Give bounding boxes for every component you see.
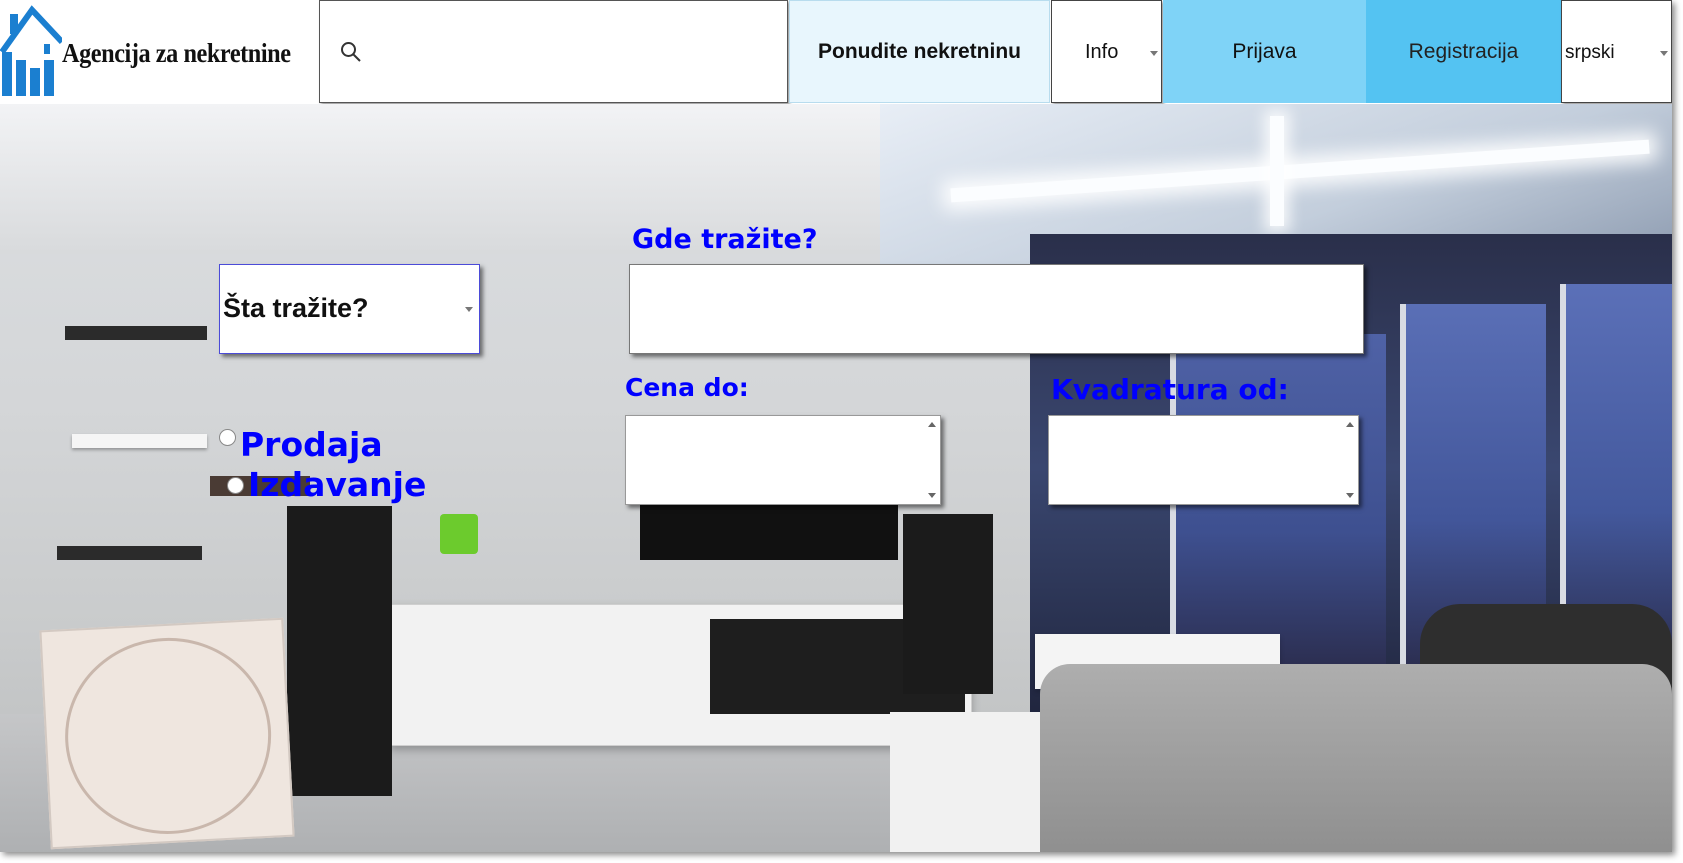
radio-sale[interactable]: [219, 429, 236, 446]
radio-sale-label[interactable]: Prodaja: [240, 425, 383, 464]
logo-text: Agencija za nekretnine: [62, 38, 291, 68]
what-are-you-looking-for-select[interactable]: Šta tražite?: [219, 264, 480, 354]
search-input[interactable]: [374, 31, 778, 73]
chevron-down-icon: [465, 307, 473, 312]
area-label: Kvadratura od:: [1051, 373, 1289, 406]
area-spinner[interactable]: [1342, 416, 1358, 504]
house-logo-icon: [0, 5, 62, 96]
info-select-label: Info: [1085, 41, 1119, 63]
login-button[interactable]: Prijava: [1163, 0, 1366, 103]
register-button[interactable]: Registracija: [1366, 0, 1561, 103]
page-frame: Agencija za nekretnine Ponudite nekretni…: [0, 0, 1672, 852]
price-label: Cena do:: [625, 373, 749, 402]
radio-rent-label[interactable]: Izdavanje: [248, 465, 426, 504]
offer-property-button[interactable]: Ponudite nekretninu: [789, 0, 1050, 103]
price-spinner[interactable]: [924, 416, 940, 504]
language-select[interactable]: srpski: [1561, 0, 1672, 103]
search-icon[interactable]: [340, 41, 362, 63]
chevron-down-icon: [1660, 51, 1668, 56]
where-label: Gde tražite?: [632, 224, 818, 255]
top-navigation: Agencija za nekretnine Ponudite nekretni…: [0, 0, 1672, 104]
search-box[interactable]: [319, 0, 788, 103]
where-input[interactable]: [629, 264, 1364, 354]
info-select[interactable]: Info: [1051, 0, 1162, 103]
price-input[interactable]: [625, 415, 941, 505]
radio-rent[interactable]: [227, 477, 244, 494]
what-select-label: Šta tražite?: [223, 293, 369, 323]
chevron-down-icon: [1150, 51, 1158, 56]
logo[interactable]: Agencija za nekretnine: [0, 0, 318, 104]
area-input[interactable]: [1048, 415, 1359, 505]
language-select-label: srpski: [1565, 42, 1615, 63]
